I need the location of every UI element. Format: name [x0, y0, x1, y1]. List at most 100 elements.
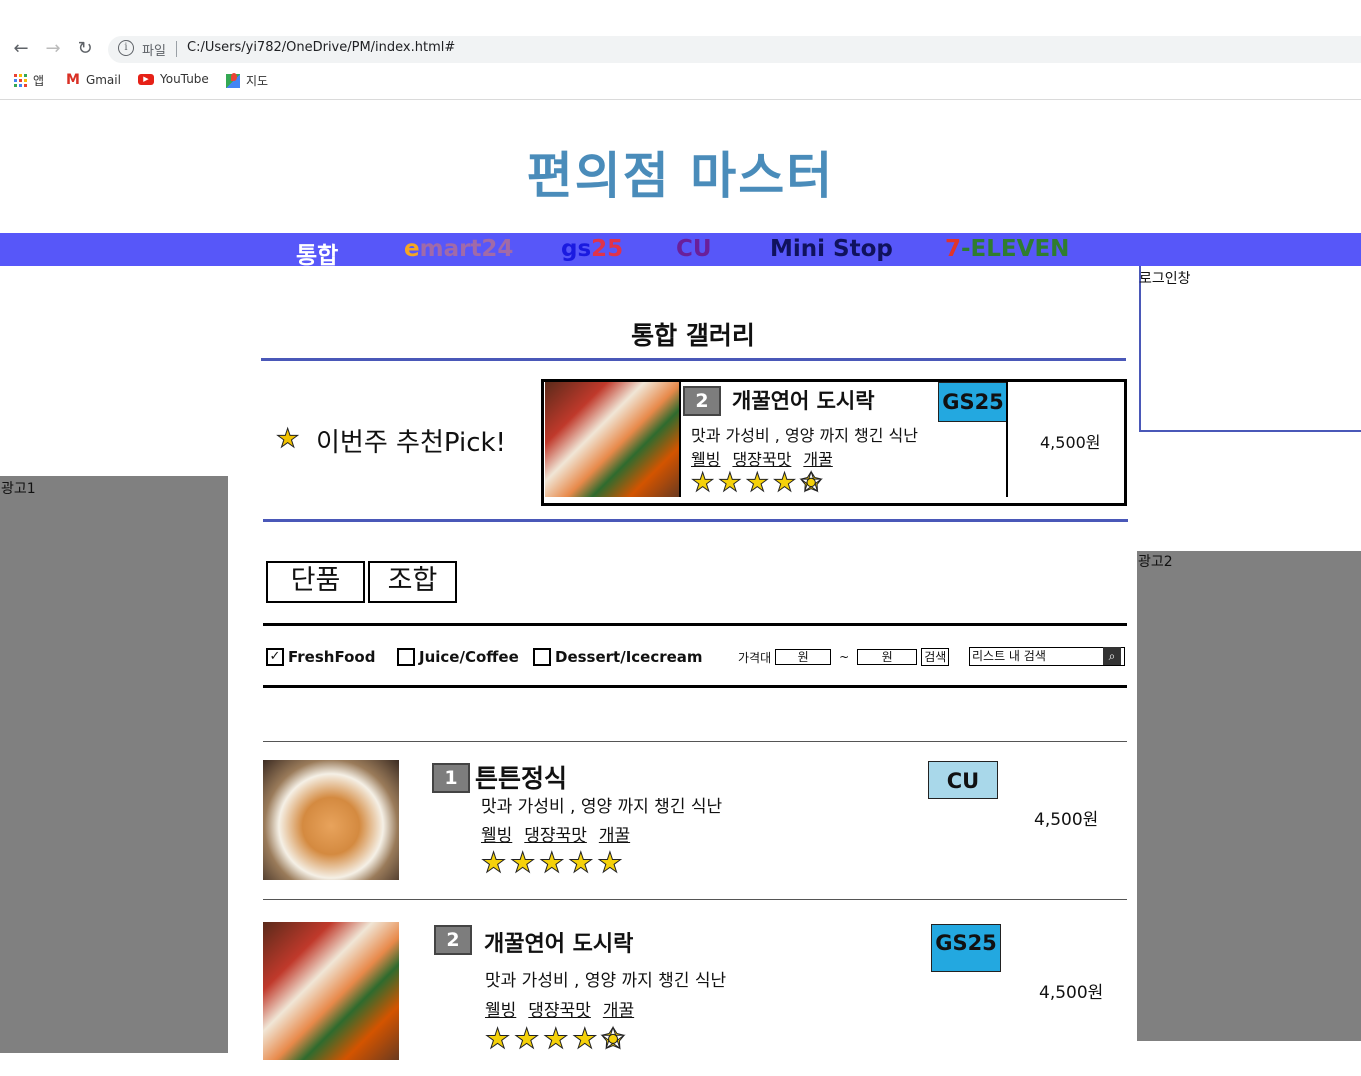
nav-7eleven[interactable]: 7-ELEVEN	[945, 236, 1069, 262]
bookmark-label: 지도	[246, 74, 269, 88]
product-image[interactable]	[545, 382, 679, 497]
rating-stars: ★★★★★	[481, 846, 627, 880]
youtube-icon: ▶	[138, 73, 154, 85]
forward-arrow-icon[interactable]: →	[42, 38, 64, 60]
max-price-input[interactable]: 원	[857, 649, 918, 665]
search-icon[interactable]: ⌕	[1103, 647, 1121, 665]
product-image[interactable]	[263, 922, 399, 1060]
tag[interactable]: 댕쟝꾹맛	[732, 450, 791, 469]
list-search-input[interactable]: 리스트 내 검색	[969, 647, 1125, 666]
bookmark-label: 앱	[33, 74, 45, 88]
tag[interactable]: 개꿀	[803, 450, 832, 469]
price-range-label: 가격대	[738, 650, 772, 665]
tag-list: 웰빙 댕쟝꾹맛 개꿀	[481, 821, 642, 846]
nav-gs25[interactable]: gs25	[561, 236, 623, 262]
product-desc: 맛과 가성비 , 영양 까지 챙긴 식난	[691, 426, 918, 445]
info-icon[interactable]: i	[118, 40, 134, 56]
bookmark-maps[interactable]: 지도	[226, 72, 268, 89]
ad-left-label: 광고1	[1, 481, 36, 497]
divider	[261, 358, 1126, 361]
checkbox-checked-icon[interactable]: ✓	[266, 648, 284, 666]
card-divider	[679, 382, 681, 497]
tag[interactable]: 웰빙	[481, 826, 512, 846]
filter-dessert-icecream[interactable]: Dessert/Icecream	[533, 648, 703, 666]
list-item[interactable]: 2 개꿀연어 도시락 GS25 맛과 가성비 , 영양 까지 챙긴 식난 웰빙 댕…	[263, 900, 1127, 1076]
bookmark-label: Gmail	[85, 73, 121, 87]
rank-badge: 1	[432, 763, 470, 793]
product-name[interactable]: 개꿀연어 도시락	[732, 385, 875, 415]
url-scheme: 파일	[142, 44, 166, 59]
product-desc: 맛과 가성비 , 영양 까지 챙긴 식난	[481, 797, 723, 817]
rating-stars: ★★★★✬	[690, 468, 827, 499]
url-separator	[176, 41, 177, 57]
brand-badge: CU	[928, 761, 998, 799]
product-price: 4,500원	[1040, 433, 1101, 452]
tag[interactable]: 댕쟝꾹맛	[528, 1001, 591, 1021]
nav-emart24-rest: mart24	[419, 236, 514, 262]
nav-7eleven-7: 7	[945, 236, 962, 262]
tag[interactable]: 댕쟝꾹맛	[524, 826, 587, 846]
nav-emart24-e: e	[404, 236, 420, 262]
nav-gs25-gs: gs	[561, 236, 592, 262]
apps-grid-icon	[14, 74, 27, 87]
filter-freshfood[interactable]: ✓ FreshFood	[266, 648, 375, 666]
product-name[interactable]: 튼튼정식	[475, 759, 567, 795]
nav-7eleven-rest: -ELEVEN	[961, 236, 1070, 262]
nav-ministop[interactable]: Mini Stop	[770, 236, 893, 262]
min-price-input[interactable]: 원	[775, 649, 832, 665]
pick-card[interactable]: 2 개꿀연어 도시락 GS25 맛과 가성비 , 영양 까지 챙긴 식난 웰빙 댕…	[541, 379, 1127, 506]
divider	[263, 519, 1128, 522]
tab-combo[interactable]: 조합	[368, 561, 457, 603]
divider	[263, 623, 1127, 626]
url-text[interactable]: C:/Users/yi782/OneDrive/PM/index.html#	[187, 40, 455, 55]
tilde: ~	[839, 650, 850, 664]
product-image[interactable]	[263, 760, 399, 880]
maps-icon	[226, 72, 240, 88]
filter-label: FreshFood	[288, 648, 376, 666]
ad-left[interactable]	[0, 476, 228, 1053]
filter-label: Juice/Coffee	[419, 648, 519, 666]
divider	[263, 685, 1127, 688]
product-price: 4,500원	[1039, 983, 1104, 1003]
ad-right[interactable]	[1137, 551, 1361, 1041]
gallery-title: 통합 갤러리	[631, 321, 755, 350]
price-range: 가격대 원 ~ 원 검색	[738, 648, 950, 666]
tag[interactable]: 웰빙	[691, 450, 720, 469]
tag-list: 웰빙 댕쟝꾹맛 개꿀	[691, 446, 845, 470]
product-name[interactable]: 개꿀연어 도시락	[484, 926, 633, 958]
rank-badge: 2	[683, 386, 721, 416]
rank-badge: 2	[434, 925, 472, 955]
back-arrow-icon[interactable]: ←	[10, 38, 32, 60]
ad-right-label: 광고2	[1138, 554, 1173, 570]
pick-label: 이번주 추천Pick!	[316, 428, 506, 458]
card-divider	[1006, 382, 1008, 497]
product-price: 4,500원	[1034, 810, 1099, 830]
filter-juice-coffee[interactable]: Juice/Coffee	[397, 648, 519, 666]
product-desc: 맛과 가성비 , 영양 까지 챙긴 식난	[485, 971, 727, 991]
rating-stars: ★★★★✬	[485, 1022, 629, 1056]
tag[interactable]: 웰빙	[485, 1001, 516, 1021]
bookmark-youtube[interactable]: ▶ YouTube	[138, 72, 209, 86]
nav-gs25-25: 25	[591, 236, 624, 262]
tag[interactable]: 개꿀	[599, 826, 630, 846]
tag[interactable]: 개꿀	[603, 1001, 634, 1021]
bookmark-label: YouTube	[160, 72, 209, 86]
reload-icon[interactable]: ↻	[74, 38, 96, 60]
nav-cu[interactable]: CU	[676, 236, 712, 262]
login-panel[interactable]	[1139, 266, 1361, 432]
list-item[interactable]: 1 튼튼정식 CU 맛과 가성비 , 영양 까지 챙긴 식난 웰빙 댕쟝꾹맛 개꿀 …	[263, 742, 1127, 899]
checkbox-icon[interactable]	[397, 648, 415, 666]
nav-all[interactable]: 통합	[296, 236, 338, 270]
brand-badge: GS25	[931, 924, 1001, 972]
price-search-button[interactable]: 검색	[921, 648, 950, 666]
site-title: 편의점 마스터	[526, 147, 835, 205]
nav-emart24[interactable]: emart24	[404, 236, 513, 262]
filter-label: Dessert/Icecream	[555, 648, 703, 666]
bookmark-apps[interactable]: 앱	[14, 72, 44, 89]
login-label: 로그인창	[1139, 271, 1191, 287]
tab-single[interactable]: 단품	[266, 561, 365, 603]
tag-list: 웰빙 댕쟝꾹맛 개꿀	[485, 996, 646, 1021]
brand-badge: GS25	[938, 382, 1008, 422]
checkbox-icon[interactable]	[533, 648, 551, 666]
bookmark-gmail[interactable]: M Gmail	[66, 72, 121, 88]
